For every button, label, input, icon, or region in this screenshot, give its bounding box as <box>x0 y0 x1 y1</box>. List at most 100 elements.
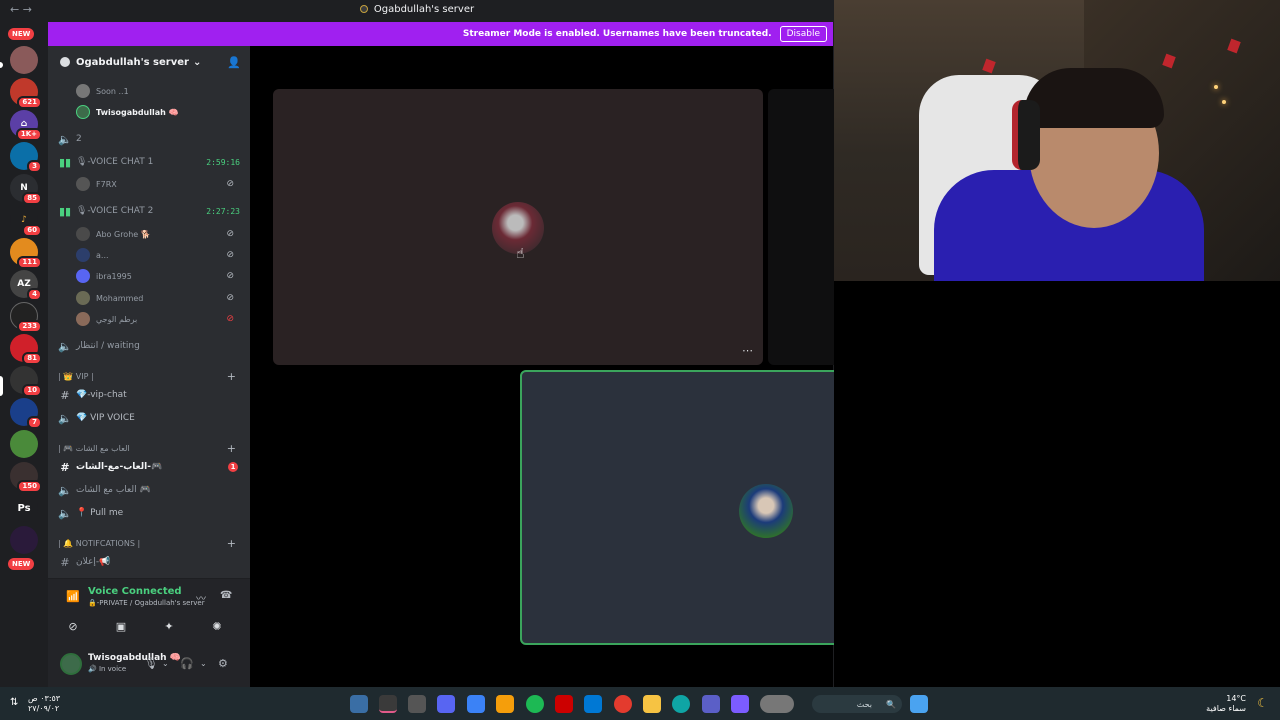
voice-channel-path[interactable]: 🔒-PRIVATE / Ogabdullah's server <box>88 599 205 607</box>
folder-icon[interactable] <box>643 695 661 713</box>
weather-widget[interactable]: 14°C سماء صافية <box>1206 694 1246 714</box>
noise-suppression-icon[interactable]: 〰 <box>196 590 206 605</box>
voice-channel-games[interactable]: 🔈 العاب مع الشات 🎮 <box>48 480 250 500</box>
mention-badge: 85 <box>22 192 42 205</box>
deafened-icon: ⊘ <box>226 271 234 281</box>
live-voice-icon: ▮▮ <box>58 155 72 169</box>
server-icon-ps[interactable]: Ps <box>10 494 38 522</box>
microphone-icon[interactable]: 🎙 <box>144 657 158 670</box>
new-badge: NEW <box>8 28 35 40</box>
add-channel-icon[interactable]: + <box>227 442 236 455</box>
voice-channel-2-chat[interactable]: ▮▮ 🎙-VOICE CHAT 2 2:27:23 <box>48 201 250 221</box>
server-icon-12[interactable]: 7 <box>10 398 42 429</box>
store-icon[interactable] <box>584 695 602 713</box>
invite-people-icon[interactable]: 👤 <box>227 56 241 69</box>
voice-timer: 2:59:16 <box>206 157 240 167</box>
server-icon-2[interactable]: 621 <box>10 78 42 109</box>
hash-icon: # <box>60 555 70 569</box>
window-title: Ogabdullah's server <box>0 4 834 15</box>
category-games[interactable]: | 🎮 العاب مع الشات + <box>58 440 246 456</box>
flag-decoration <box>982 58 996 74</box>
server-icon-11[interactable]: 10 <box>10 366 42 397</box>
voice-channel-waiting[interactable]: 🔈 انتظار / waiting <box>48 336 250 356</box>
stage-right-area <box>834 281 1280 687</box>
server-icon-9[interactable]: 233 <box>10 302 42 333</box>
server-icon-13[interactable] <box>10 430 38 458</box>
voice-member[interactable]: F7RX ⊘ <box>76 175 244 193</box>
headphones-icon[interactable]: 🎧 <box>180 657 194 670</box>
obs-icon[interactable] <box>408 695 426 713</box>
text-channel-announce[interactable]: # إعلان-📢 <box>48 552 250 572</box>
voice-member[interactable]: برطم الوجي ⊘ <box>76 310 244 328</box>
teams-icon[interactable] <box>702 695 720 713</box>
text-channel-games[interactable]: # العاب-مع-الشات-🎮 1 <box>48 457 250 477</box>
windows-taskbar: ⇅ ٠٣:٥٣ ص ٢٧/٠٩/٠٢ بحث 🔍 14°C سماء صافية … <box>0 687 1280 720</box>
widgets-icon[interactable] <box>760 695 794 713</box>
user-status: 🔊 In voice <box>88 665 127 673</box>
signal-icon[interactable]: 📶 <box>66 590 80 603</box>
voice-channel-1[interactable]: ▮▮ 🎙-VOICE CHAT 1 2:59:16 <box>48 152 250 172</box>
add-channel-icon[interactable]: + <box>227 370 236 383</box>
server-icon-5[interactable]: N 85 <box>10 174 42 205</box>
voice-member[interactable]: Abo Grohe 🐕 ⊘ <box>76 225 244 243</box>
speaker-icon: 🔈 <box>58 506 72 520</box>
participant-tile[interactable]: ⋯ <box>273 89 763 365</box>
server-icon-10[interactable]: 81 <box>10 334 42 365</box>
add-channel-icon[interactable]: + <box>227 537 236 550</box>
voice-member[interactable]: ibra1995 ⊘ <box>76 267 244 285</box>
voice-status[interactable]: Voice Connected <box>88 586 182 597</box>
voice-channel-pull-me[interactable]: 🔈 📍 Pull me <box>48 503 250 523</box>
copilot-icon[interactable] <box>731 695 749 713</box>
category-vip[interactable]: | 👑 VIP | + <box>58 368 246 384</box>
search-box[interactable]: بحث 🔍 <box>812 695 902 713</box>
chrome-icon[interactable] <box>614 695 632 713</box>
app-icon[interactable] <box>555 695 573 713</box>
voice-member[interactable]: Mohammed ⊘ <box>76 289 244 307</box>
chevron-down-icon[interactable]: ⌄ <box>200 659 207 668</box>
server-icon-1[interactable] <box>10 46 38 74</box>
voice-channel-2[interactable]: 🔈 2 <box>48 129 250 149</box>
more-options-icon[interactable]: ⋯ <box>742 344 753 357</box>
app-icon[interactable] <box>379 695 397 713</box>
start-icon[interactable] <box>910 695 928 713</box>
deafened-icon: ⊘ <box>226 229 234 239</box>
voice-member[interactable]: Twisogabdullah 🧠 <box>76 103 244 121</box>
server-icon-7[interactable]: 111 <box>10 238 42 269</box>
edge-icon[interactable] <box>672 695 690 713</box>
hand-cursor-icon: ☝ <box>516 246 525 262</box>
settings-gear-icon[interactable]: ⚙ <box>218 657 228 670</box>
text-channel-vip-chat[interactable]: # 💎-vip-chat <box>48 385 250 405</box>
disconnect-icon[interactable]: ☎ <box>220 590 232 601</box>
app-icon[interactable] <box>496 695 514 713</box>
network-icon[interactable]: ⇅ <box>10 697 18 708</box>
voice-channel-vip[interactable]: 🔈 💎 VIP VOICE <box>48 408 250 428</box>
server-icon-14[interactable]: 150 <box>10 462 42 493</box>
app-icon[interactable] <box>467 695 485 713</box>
server-icon-6[interactable]: ♪ 60 <box>10 206 42 237</box>
camera-off-button[interactable]: ⊘ <box>50 615 96 637</box>
server-icon-4[interactable]: 3 <box>10 142 42 173</box>
moon-icon: ☾ <box>1257 696 1268 710</box>
mention-badge: 81 <box>22 352 42 365</box>
disable-button[interactable]: Disable <box>779 26 827 42</box>
screen-share-button[interactable]: ▣ <box>98 615 144 637</box>
taskbar-clock[interactable]: ٠٣:٥٣ ص ٢٧/٠٩/٠٢ <box>28 694 60 714</box>
discord-icon[interactable] <box>437 695 455 713</box>
chevron-down-icon[interactable]: ⌄ <box>162 659 169 668</box>
avatar <box>76 291 90 305</box>
avatar <box>76 227 90 241</box>
activities-button[interactable]: ✦ <box>146 615 192 637</box>
server-header[interactable]: Ogabdullah's server ⌄ 👤 <box>48 46 250 78</box>
soundboard-button[interactable]: ✺ <box>194 615 240 637</box>
spotify-icon[interactable] <box>526 695 544 713</box>
search-icon: 🔍 <box>886 699 896 709</box>
app-icon[interactable] <box>350 695 368 713</box>
server-icon-8[interactable]: AZ 4 <box>10 270 42 301</box>
voice-member[interactable]: Soon ..1 <box>76 82 244 100</box>
voice-member[interactable]: a... ⊘ <box>76 246 244 264</box>
avatar[interactable] <box>60 653 82 675</box>
server-icon-15[interactable] <box>10 526 38 554</box>
server-icon-3[interactable]: ⌂ 1K+ <box>10 110 42 141</box>
category-notifications[interactable]: | 🔔 NOTIFCATIONS | + <box>58 535 246 551</box>
fairy-light <box>1222 100 1226 104</box>
